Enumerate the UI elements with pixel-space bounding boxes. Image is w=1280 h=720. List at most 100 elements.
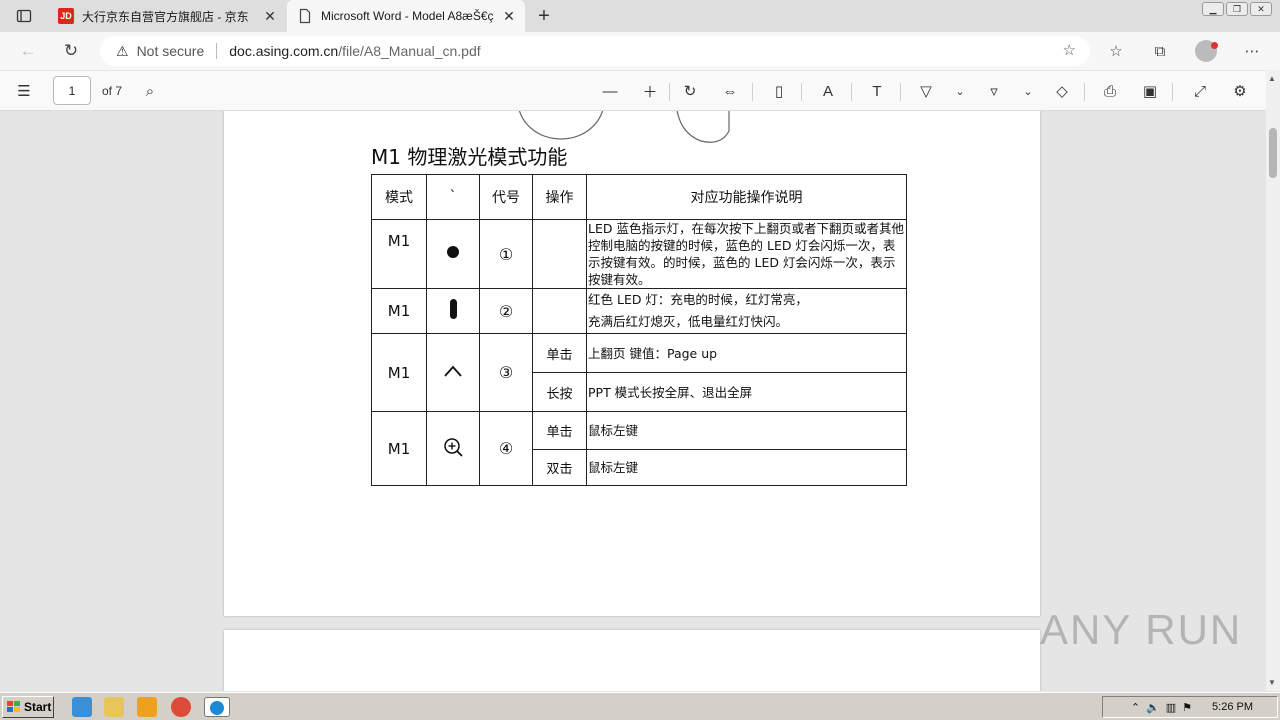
zoom-out-icon[interactable]: — [598, 79, 622, 103]
media-player-icon[interactable] [137, 697, 157, 717]
restore-button[interactable]: ❐ [1226, 2, 1248, 16]
settings-gear-icon[interactable]: ⚙ [1228, 79, 1252, 103]
edge-icon[interactable] [204, 697, 230, 717]
table-header-row: 模式 ` 代号 操作 对应功能操作说明 [371, 174, 907, 220]
tab-title: Microsoft Word - Model A8æŠ€ç [321, 9, 494, 23]
desc-cell: LED 蓝色指示灯，在每次按下上翻页或者下翻页或者其他控制电脑的按键的时候，蓝色… [586, 219, 907, 289]
clock[interactable]: 5:26 PM [1212, 701, 1253, 713]
icon-cell [426, 411, 480, 486]
mode-cell: M1 [371, 288, 427, 334]
scroll-thumb[interactable] [1269, 128, 1277, 178]
document-icon [299, 8, 311, 24]
fullscreen-icon[interactable]: ⤢ [1188, 79, 1212, 103]
draw-icon[interactable]: ▽ [914, 79, 938, 103]
divider [669, 83, 670, 101]
window-controls: ▁ ❐ ✕ [1202, 2, 1272, 16]
chrome-icon[interactable] [171, 697, 191, 717]
eraser-icon[interactable]: ◇ [1050, 79, 1074, 103]
network-icon[interactable]: ▥ [1166, 701, 1176, 714]
chevron-down-icon[interactable]: ⌄ [948, 79, 972, 103]
print-icon[interactable]: ⎙ [1098, 79, 1122, 103]
avatar [1195, 40, 1218, 62]
url-path: /file/A8_Manual_cn.pdf [338, 43, 481, 59]
pdf-page: M1 物理激光模式功能 模式 ` 代号 操作 对应功能操作说明 M1 ① LED… [224, 111, 1040, 616]
search-icon[interactable]: ⌕ [138, 79, 162, 103]
table-header: 模式 [371, 174, 427, 220]
page-total: of 7 [102, 84, 123, 98]
pill-icon [449, 299, 457, 319]
tray-arrow-icon[interactable]: ⌃ [1131, 701, 1140, 714]
chevron-down-icon[interactable]: ⌄ [1016, 79, 1040, 103]
tab-jd[interactable]: JD 大行京东自营官方旗舰店 - 京东 ✕ [48, 0, 286, 32]
code-cell: ③ [479, 333, 533, 412]
desc-cell: 红色 LED 灯：充电的时候，红灯常亮， 充满后红灯熄灭，低电量红灯快闪。 [586, 288, 907, 334]
pdf-toolbar: ☰ 1 of 7 ⌕ — ＋ ↻ ⇔ ▯ A T ▽ ⌄ ▿ ⌄ ◇ ⎙ ▣ ⤢… [0, 70, 1280, 111]
favorites-icon[interactable]: ☆ [1104, 39, 1128, 63]
contents-icon[interactable]: ☰ [12, 79, 36, 103]
pdf-viewer[interactable]: M1 物理激光模式功能 模式 ` 代号 操作 对应功能操作说明 M1 ① LED… [0, 111, 1266, 691]
scroll-up-icon[interactable]: ▲ [1268, 74, 1276, 83]
pdf-page [224, 630, 1040, 691]
page-number-input[interactable]: 1 [53, 76, 91, 105]
desc-cell: 鼠标左键 [586, 449, 907, 486]
tab-actions-button[interactable] [6, 4, 42, 28]
tab-strip: JD 大行京东自营官方旗舰店 - 京东 ✕ Microsoft Word - M… [0, 0, 1280, 32]
divider [900, 83, 901, 101]
desc-cell: PPT 模式长按全屏、退出全屏 [586, 372, 907, 412]
security-label: Not secure [136, 43, 205, 59]
rotate-icon[interactable]: ↻ [678, 79, 702, 103]
reload-button[interactable]: ↻ [57, 37, 85, 65]
table-row: M1 ① LED 蓝色指示灯，在每次按下上翻页或者下翻页或者其他控制电脑的按键的… [371, 219, 907, 289]
op-cell: 双击 [532, 449, 587, 486]
address-bar[interactable]: ⚠ Not secure doc.asing.com.cn/file/A8_Ma… [100, 36, 1090, 66]
add-favorite-icon[interactable]: ☆ [1063, 41, 1076, 59]
divider [1084, 83, 1085, 101]
start-button[interactable]: Start [2, 696, 54, 718]
desc-line: 红色 LED 灯：充电的时候，红灯常亮， [588, 292, 808, 307]
more-menu-icon[interactable]: ⋯ [1240, 39, 1264, 63]
table-header: 代号 [479, 174, 533, 220]
url-text: doc.asing.com.cn/file/A8_Manual_cn.pdf [229, 43, 480, 59]
flag-icon[interactable]: ⚑ [1182, 701, 1192, 714]
text-box-icon[interactable]: T [865, 79, 889, 103]
op-cell [532, 219, 587, 289]
zoom-in-icon[interactable]: ＋ [638, 79, 662, 103]
desc-line: 充满后红灯熄灭，低电量红灯快闪。 [588, 314, 789, 329]
volume-icon[interactable]: 🔈 [1146, 701, 1160, 714]
fit-width-icon[interactable]: ⇔ [718, 79, 742, 103]
mode-cell: M1 [371, 219, 427, 289]
collections-icon[interactable]: ⧉ [1148, 39, 1172, 63]
chevron-up-icon [444, 365, 462, 377]
table-header: 操作 [532, 174, 587, 220]
back-button[interactable]: ← [14, 37, 42, 65]
browser-toolbar: ← ↻ ⚠ Not secure doc.asing.com.cn/file/A… [0, 32, 1280, 70]
divider [216, 43, 218, 59]
page-view-icon[interactable]: ▯ [767, 79, 791, 103]
highlight-icon[interactable]: ▿ [982, 79, 1006, 103]
tab-pdf[interactable]: Microsoft Word - Model A8æŠ€ç ✕ [287, 0, 525, 32]
read-aloud-icon[interactable]: A [816, 79, 840, 103]
dot-icon [447, 246, 459, 258]
scrollbar[interactable]: ▲ ▼ [1266, 70, 1280, 691]
new-tab-button[interactable]: + [532, 4, 556, 28]
watermark: ANY RUN [1040, 606, 1243, 653]
close-window-button[interactable]: ✕ [1250, 2, 1272, 16]
code-cell: ④ [479, 411, 533, 486]
icon-cell [426, 219, 480, 289]
ie-icon[interactable] [72, 697, 92, 717]
save-icon[interactable]: ▣ [1138, 79, 1162, 103]
close-tab-icon[interactable]: ✕ [499, 6, 519, 26]
system-tray: ⌃ 🔈 ▥ ⚑ 5:26 PM [1102, 696, 1278, 718]
profile-button[interactable] [1194, 39, 1218, 63]
icon-cell [426, 333, 480, 412]
desc-cell: 上翻页 键值：Page up [586, 333, 907, 373]
close-tab-icon[interactable]: ✕ [260, 6, 280, 26]
warning-icon: ⚠ [116, 42, 129, 59]
minimize-button[interactable]: ▁ [1202, 2, 1224, 16]
divider [752, 83, 753, 101]
code-cell: ① [479, 219, 533, 289]
folder-icon[interactable] [104, 697, 124, 717]
divider [1172, 83, 1173, 101]
scroll-down-icon[interactable]: ▼ [1268, 678, 1276, 687]
tab-title: 大行京东自营官方旗舰店 - 京东 [82, 9, 249, 24]
